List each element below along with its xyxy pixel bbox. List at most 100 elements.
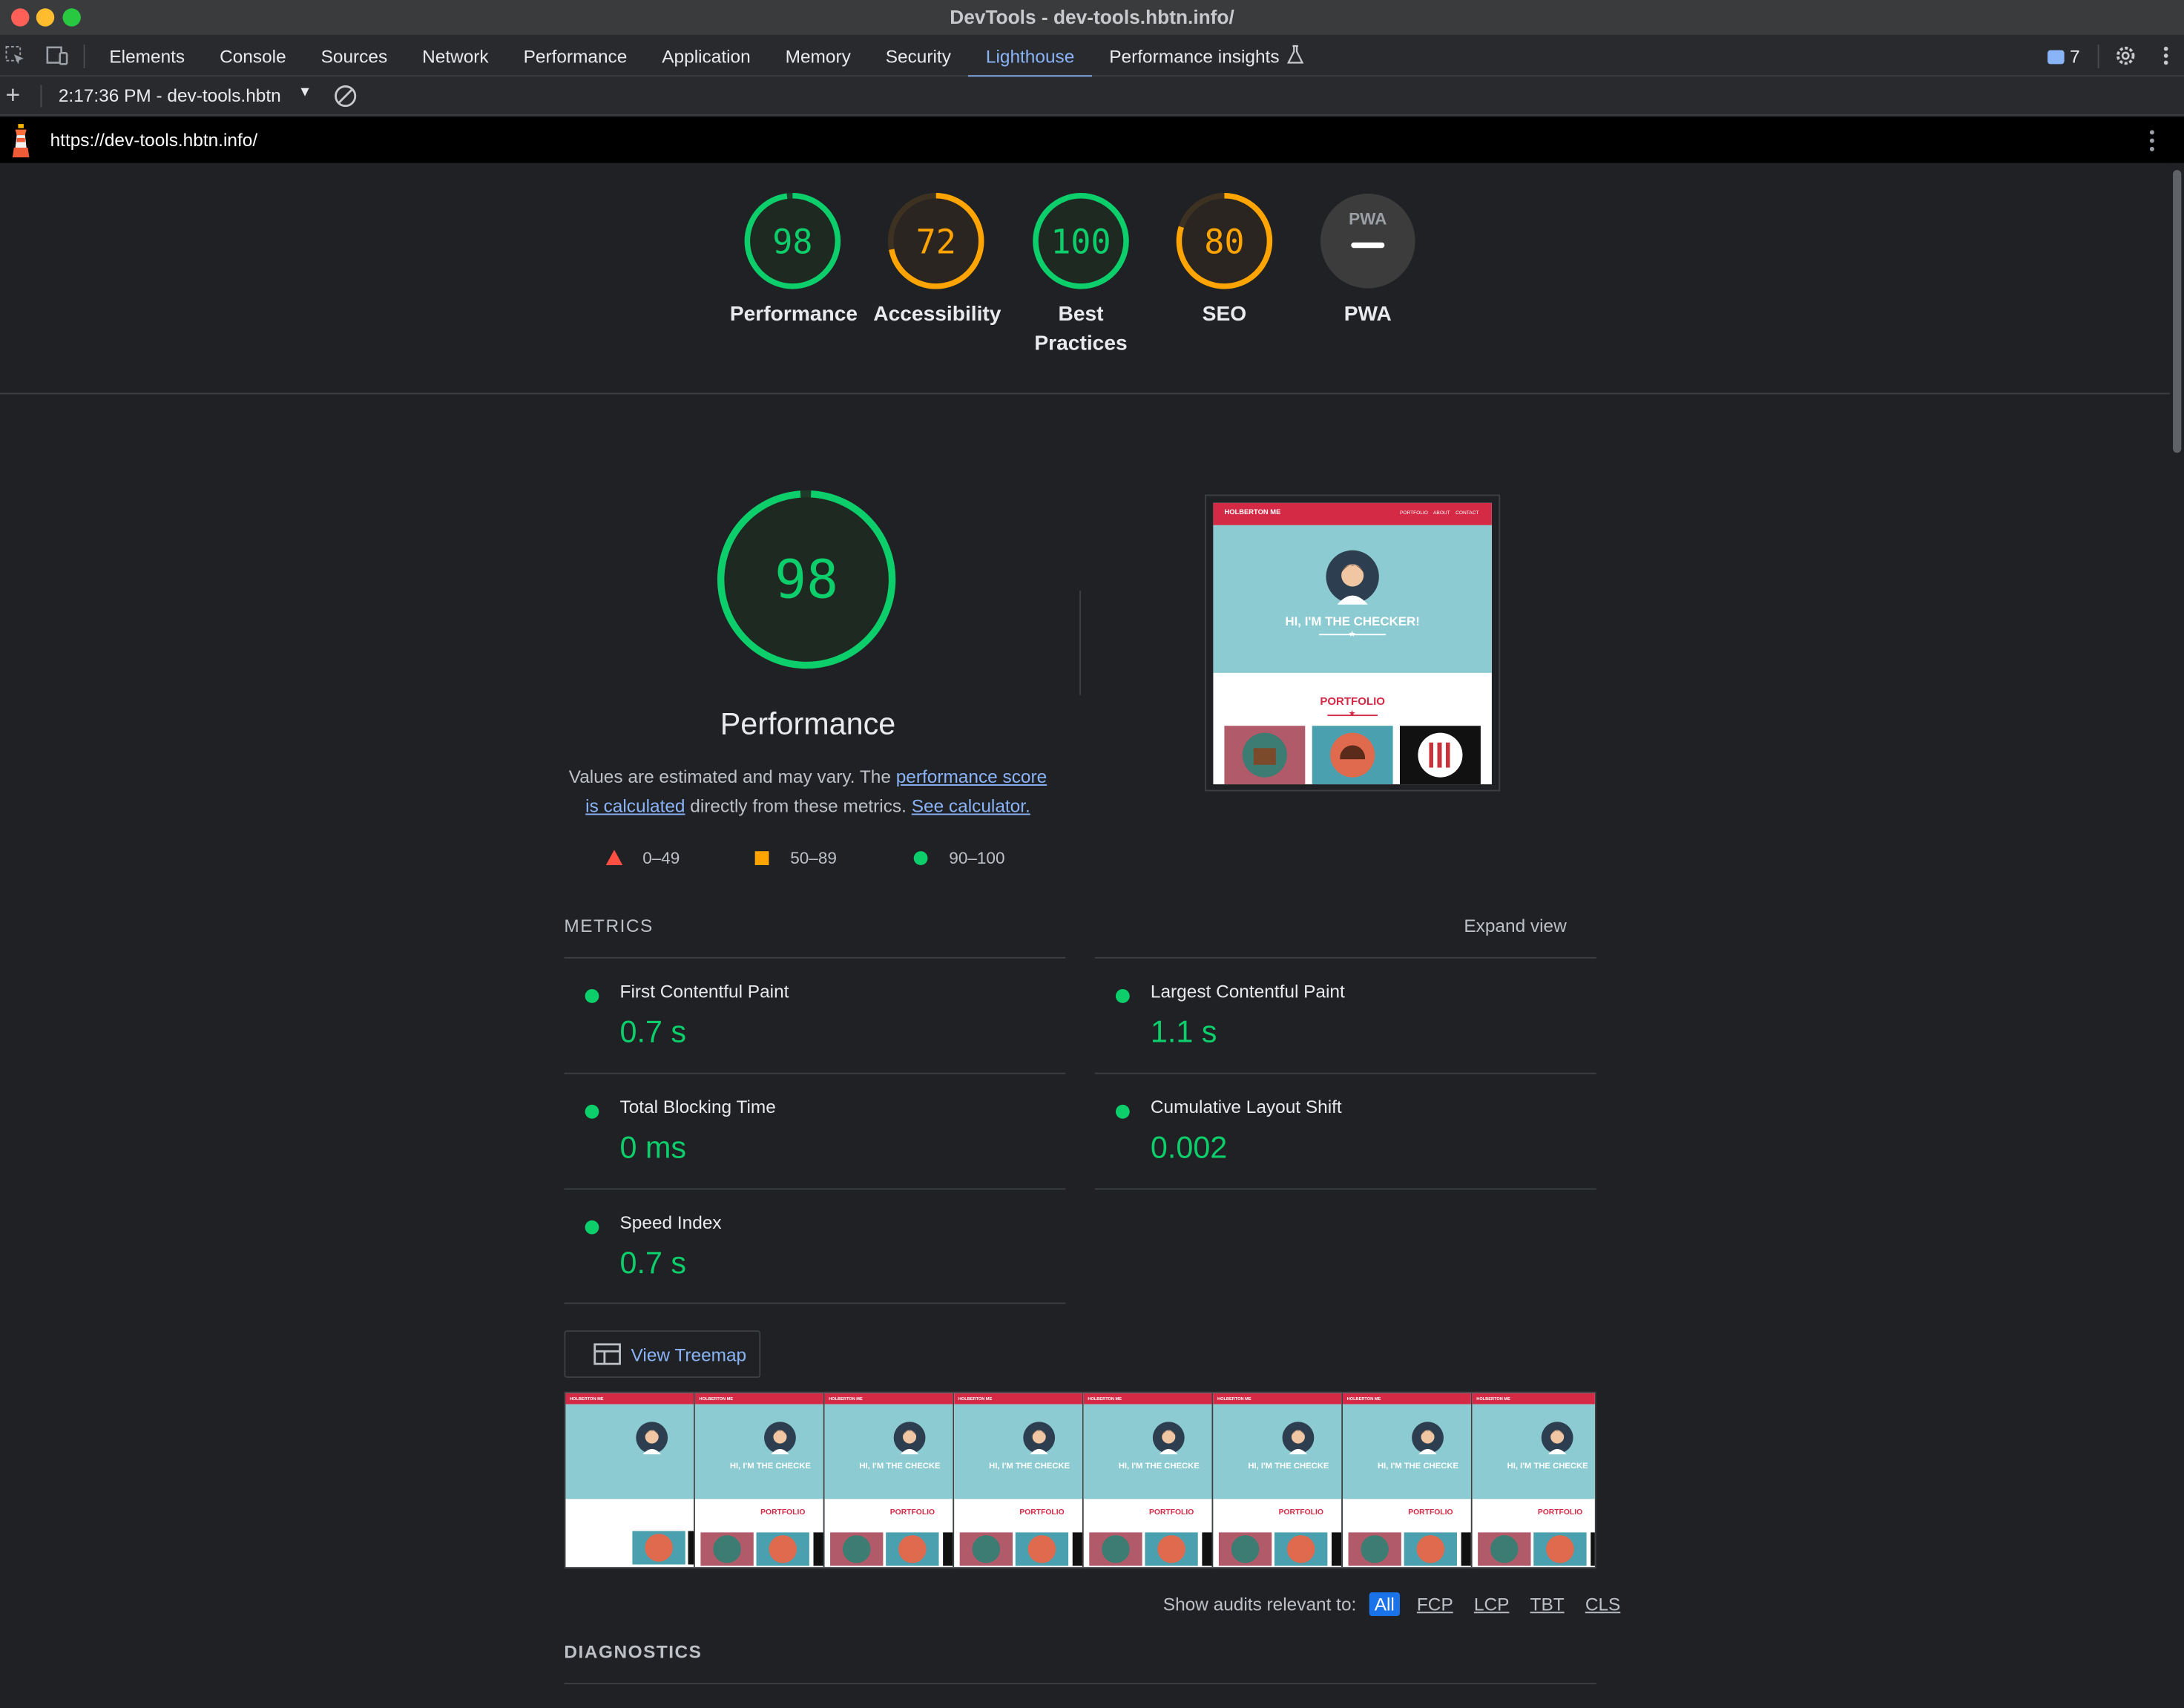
metric-value: 0.7 s [619, 1245, 687, 1281]
toolbar-divider [83, 45, 85, 69]
toolbar-divider [2097, 45, 2099, 69]
pass-circle-icon [1115, 989, 1130, 1003]
filmstrip-frame: HOLBERTON ME HI, I'M THE CHECKE PORTFOLIO [824, 1393, 955, 1568]
frame-portfolio-heading: PORTFOLIO [1278, 1508, 1323, 1517]
tab-security[interactable]: Security [868, 36, 968, 76]
legend-pass: 90–100 [913, 848, 1004, 868]
report-select[interactable]: 2:17:36 PM - dev-tools.hbtn [59, 85, 281, 106]
see-calculator-link[interactable]: See calculator. [912, 795, 1030, 816]
pass-circle-icon [585, 1104, 599, 1119]
fail-triangle-icon [605, 850, 623, 865]
filmstrip-frame: HOLBERTON ME HI, I'M THE CHECKE PORTFOLIO [1213, 1393, 1343, 1568]
filter-chip-tbt[interactable]: TBT [1526, 1592, 1568, 1616]
devtools-window: DevTools - dev-tools.hbtn.info/ Elements… [0, 0, 2184, 1708]
lighthouse-report: 98 Performance 72 Accessibility 100 Best Prac… [0, 162, 2171, 1708]
metric-divider [1094, 1188, 1596, 1190]
filmstrip: HOLBERTON ME HOLBERTON ME HI, I'M THE CHEC… [564, 1391, 1596, 1569]
inspect-element-icon[interactable] [3, 43, 28, 68]
tab-console[interactable]: Console [203, 36, 304, 76]
score-ring: 72 [887, 193, 984, 289]
device-toolbar-icon[interactable] [45, 43, 70, 68]
report-url-bar: https://dev-tools.hbtn.info/ [0, 116, 2184, 163]
performance-description: Values are estimated and may vary. The p… [564, 762, 1051, 821]
panel-tabs: Elements Console Sources Network Performance… [92, 36, 1320, 79]
metric-cumulative-layout-shift: Cumulative Layout Shift 0.002 [1095, 1097, 1596, 1180]
filter-chip-fcp[interactable]: FCP [1412, 1592, 1457, 1616]
new-report-plus-icon[interactable]: + [6, 81, 21, 110]
frame-brand: HOLBERTON ME [1217, 1396, 1251, 1402]
tab-application[interactable]: Application [645, 36, 768, 76]
final-screenshot[interactable]: HOLBERTON ME PORTFOLIO ABOUT CONTACT HI,… [1205, 494, 1501, 792]
filmstrip-frame: HOLBERTON ME HI, I'M THE CHECKE PORTFOLIO [954, 1393, 1084, 1568]
site-header: HOLBERTON ME PORTFOLIO ABOUT CONTACT [1213, 502, 1492, 525]
diagnostics-divider [564, 1683, 1596, 1685]
frame-portfolio-heading: PORTFOLIO [889, 1508, 935, 1517]
metric-total-blocking-time: Total Blocking Time 0 ms [564, 1097, 1065, 1180]
expand-view-toggle[interactable]: Expand view [1464, 916, 1566, 936]
clear-reports-icon[interactable] [333, 84, 358, 116]
more-options-icon[interactable] [2154, 43, 2179, 68]
scrollbar-thumb[interactable] [2173, 170, 2182, 453]
legend-fail-label: 0–49 [642, 848, 680, 868]
tab-label: Performance [523, 45, 628, 68]
filter-chip-lcp[interactable]: LCP [1470, 1592, 1513, 1616]
issues-badge[interactable]: 7 [2048, 46, 2080, 67]
metric-name: Largest Contentful Paint [1150, 980, 1345, 1002]
gauge-best-practices[interactable]: 100 Best Practices [1019, 191, 1144, 358]
site-nav-item: ABOUT [1433, 510, 1450, 516]
tab-lighthouse[interactable]: Lighthouse [968, 36, 1092, 79]
metric-value: 1.1 s [1150, 1014, 1217, 1049]
gauge-seo[interactable]: 80 SEO [1162, 191, 1287, 329]
tab-performance[interactable]: Performance [506, 36, 645, 76]
filmstrip-frame: HOLBERTON ME HI, I'M THE CHECKE PORTFOLIO [694, 1393, 825, 1568]
frame-brand: HOLBERTON ME [1346, 1396, 1381, 1402]
metric-name: Total Blocking Time [619, 1096, 776, 1117]
report-select-chevron-down-icon[interactable]: ▼ [298, 85, 312, 101]
metric-speed-index: Speed Index 0.7 s [564, 1212, 1065, 1296]
tab-network[interactable]: Network [405, 36, 506, 76]
filter-chip-all[interactable]: All [1369, 1592, 1401, 1617]
site-nav-item: CONTACT [1456, 510, 1479, 516]
score-value: 98 [772, 223, 812, 262]
report-menu-icon[interactable] [2145, 128, 2160, 154]
tab-sources[interactable]: Sources [303, 36, 405, 76]
metric-name: First Contentful Paint [619, 980, 789, 1002]
site-brand: HOLBERTON ME [1224, 508, 1281, 517]
issues-count: 7 [2070, 45, 2080, 68]
filter-chip-cls[interactable]: CLS [1581, 1592, 1625, 1616]
metric-value: 0.002 [1150, 1129, 1228, 1165]
tab-performance-insights[interactable]: Performance insights [1092, 36, 1320, 76]
window-title: DevTools - dev-tools.hbtn.info/ [950, 5, 1234, 28]
message-icon [2048, 49, 2065, 64]
metric-value: 0 ms [619, 1129, 687, 1165]
metric-name: Cumulative Layout Shift [1150, 1096, 1342, 1117]
metric-largest-contentful-paint: Largest Contentful Paint 1.1 s [1095, 981, 1596, 1065]
toolbar-divider [40, 85, 42, 108]
gauge-performance[interactable]: 98 Performance [729, 191, 858, 329]
settings-gear-icon[interactable] [2113, 43, 2138, 68]
lighthouse-logo-icon [12, 124, 30, 158]
tab-memory[interactable]: Memory [768, 36, 868, 76]
gauge-pwa[interactable]: PWA PWA [1305, 191, 1430, 329]
gauge-accessibility[interactable]: 72 Accessibility [873, 191, 1001, 329]
performance-heading: Performance [720, 706, 896, 741]
frame-hero-text: HI, I'M THE CHECKE [1118, 1462, 1200, 1471]
frame-hero-text: HI, I'M THE CHECKE [859, 1462, 941, 1471]
tab-elements[interactable]: Elements [92, 36, 203, 76]
report-scrollbar[interactable] [2170, 162, 2184, 1708]
frame-brand: HOLBERTON ME [829, 1396, 863, 1402]
tab-label: Memory [785, 45, 851, 68]
view-treemap-label: View Treemap [631, 1344, 747, 1366]
average-square-icon [754, 851, 769, 865]
tab-label: Network [422, 45, 489, 68]
audited-url[interactable]: https://dev-tools.hbtn.info/ [50, 130, 258, 151]
frame-portfolio-heading: PORTFOLIO [1149, 1508, 1194, 1517]
filmstrip-frame: HOLBERTON ME HI, I'M THE CHECKE PORTFOLIO [1472, 1393, 1595, 1568]
score-value: 72 [916, 223, 956, 262]
metric-divider [564, 1302, 1066, 1304]
view-treemap-button[interactable]: View Treemap [564, 1330, 761, 1378]
gauge-label: Performance [729, 302, 858, 326]
gauge-label: PWA [1343, 302, 1392, 326]
site-nav-item: PORTFOLIO [1399, 510, 1428, 516]
site-hero: HI, I'M THE CHECKER! ★ [1213, 525, 1492, 673]
